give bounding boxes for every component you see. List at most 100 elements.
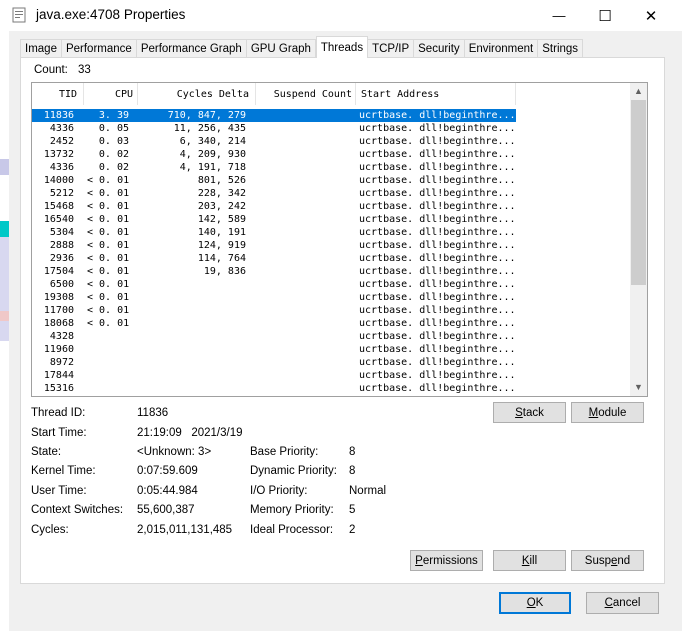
kernel-time-label: Kernel Time:	[31, 465, 96, 477]
tab-performance-graph[interactable]: Performance Graph	[136, 39, 247, 58]
thread-cpu-cell: 3. 39	[98, 110, 129, 121]
thread-start-address-cell: ucrtbase. dll!beginthre...	[359, 227, 516, 238]
background-strip-mark	[0, 321, 9, 341]
thread-row[interactable]: 11700 < 0. 01 ucrtbase. dll!beginthre...	[32, 304, 628, 317]
thread-cycles-cell: 19, 836	[203, 266, 246, 277]
thread-row[interactable]: 19308 < 0. 01 ucrtbase. dll!beginthre...	[32, 291, 628, 304]
thread-start-address-cell: ucrtbase. dll!beginthre...	[359, 344, 516, 355]
thread-cycles-cell: 6, 340, 214	[179, 136, 246, 147]
thread-cycles-cell: 710, 847, 279	[167, 110, 246, 121]
thread-tid-cell: 8972	[49, 357, 74, 368]
thread-row[interactable]: 18068 < 0. 01 ucrtbase. dll!beginthre...	[32, 317, 628, 330]
thread-cpu-cell: 0. 02	[98, 149, 129, 160]
thread-cpu-cell: < 0. 01	[87, 214, 130, 225]
column-header-suspend-count[interactable]: Suspend Count	[256, 83, 356, 105]
thread-row[interactable]: 4336 0. 05 11, 256, 435 ucrtbase. dll!begin…	[32, 122, 628, 135]
tab-threads[interactable]: Threads	[315, 36, 369, 58]
user-time-label: User Time:	[31, 485, 87, 497]
thread-row[interactable]: 5304 < 0. 01 140, 191 ucrtbase. dll!beginth…	[32, 226, 628, 239]
tab-environment[interactable]: Environment	[464, 39, 539, 58]
tab-gpu-graph[interactable]: GPU Graph	[246, 39, 316, 58]
ideal-processor-value: 2	[349, 524, 356, 536]
thread-row[interactable]: 4336 0. 02 4, 191, 718 ucrtbase. dll!begint…	[32, 161, 628, 174]
tab-bar: Image Performance Performance Graph GPU …	[20, 36, 584, 58]
thread-row[interactable]: 6500 < 0. 01 ucrtbase. dll!beginthre...	[32, 278, 628, 291]
module-button[interactable]: Module	[571, 402, 644, 423]
thread-start-address-cell: ucrtbase. dll!beginthre...	[359, 110, 516, 121]
maximize-button[interactable]: ☐	[582, 0, 628, 31]
thread-row[interactable]: 14000 < 0. 01 801, 526 ucrtbase. dll!begint…	[32, 174, 628, 187]
thread-row[interactable]: 2452 0. 03 6, 340, 214 ucrtbase. dll!begint…	[32, 135, 628, 148]
minimize-button[interactable]: —	[536, 0, 582, 31]
tab-image[interactable]: Image	[20, 39, 62, 58]
background-strip-mark	[0, 159, 9, 175]
stack-button[interactable]: Stack	[493, 402, 566, 423]
close-icon: ✕	[644, 7, 658, 25]
column-header-cycles-delta[interactable]: Cycles Delta	[138, 83, 256, 105]
thread-row[interactable]: 15316 ucrtbase. dll!beginthre...	[32, 382, 628, 395]
thread-cycles-cell: 4, 191, 718	[179, 162, 246, 173]
thread-cycles-cell: 124, 919	[197, 240, 246, 251]
start-time-label: Start Time:	[31, 427, 87, 439]
thread-row[interactable]: 13732 0. 02 4, 209, 930 ucrtbase. dll!begin…	[32, 148, 628, 161]
thread-row[interactable]: 2888 < 0. 01 124, 919 ucrtbase. dll!beginth…	[32, 239, 628, 252]
thread-tid-cell: 4336	[49, 123, 74, 134]
io-priority-label: I/O Priority:	[250, 485, 308, 497]
thread-row[interactable]: 5212 < 0. 01 228, 342 ucrtbase. dll!beginth…	[32, 187, 628, 200]
thread-id-value: 11836	[137, 407, 169, 419]
maximize-icon: ☐	[598, 7, 612, 25]
thread-tid-cell: 17504	[43, 266, 74, 277]
thread-cpu-cell: 0. 03	[98, 136, 129, 147]
ok-button[interactable]: OK	[499, 592, 571, 614]
tab-tcp-ip[interactable]: TCP/IP	[368, 39, 415, 58]
tab-strings[interactable]: Strings	[538, 39, 584, 58]
scroll-thumb[interactable]	[631, 100, 646, 285]
background-window-edge	[0, 31, 9, 631]
thread-cycles-cell: 203, 242	[197, 201, 246, 212]
column-header-start-address[interactable]: Start Address	[356, 83, 516, 105]
thread-cpu-cell: < 0. 01	[87, 240, 130, 251]
thread-row[interactable]: 15468 < 0. 01 203, 242 ucrtbase. dll!begint…	[32, 200, 628, 213]
thread-row[interactable]: 4328 ucrtbase. dll!beginthre...	[32, 330, 628, 343]
thread-cycles-cell: 11, 256, 435	[173, 123, 246, 134]
thread-row[interactable]: 17844 ucrtbase. dll!beginthre...	[32, 369, 628, 382]
thread-tid-cell: 18068	[43, 318, 74, 329]
thread-list[interactable]: TID CPU ﹀ Cycles Delta Suspend Count Sta…	[31, 82, 648, 397]
state-label: State:	[31, 446, 62, 458]
thread-row[interactable]: 11960 ucrtbase. dll!beginthre...	[32, 343, 628, 356]
thread-tid-cell: 11836	[43, 110, 74, 121]
tab-security[interactable]: Security	[414, 39, 465, 58]
thread-tid-cell: 6500	[49, 279, 74, 290]
thread-cpu-cell: < 0. 01	[87, 175, 130, 186]
scroll-up-icon[interactable]: ▲	[630, 83, 647, 100]
thread-row[interactable]: 16540 < 0. 01 142, 589 ucrtbase. dll!begint…	[32, 213, 628, 226]
memory-priority-label: Memory Priority:	[250, 504, 334, 516]
suspend-button[interactable]: Susp e nd	[571, 550, 644, 571]
thread-tid-cell: 11960	[43, 344, 74, 355]
kill-button[interactable]: Kill	[493, 550, 566, 571]
thread-tid-cell: 2452	[49, 136, 74, 147]
thread-tid-cell: 15316	[43, 383, 74, 394]
vertical-scrollbar[interactable]: ▲ ▼	[630, 83, 647, 396]
thread-cpu-cell: < 0. 01	[87, 227, 130, 238]
thread-tid-cell: 15468	[43, 201, 74, 212]
thread-cycles-cell: 140, 191	[197, 227, 246, 238]
thread-row[interactable]: 17504 < 0. 01 19, 836 ucrtbase. dll!beginth…	[32, 265, 628, 278]
thread-cpu-cell: < 0. 01	[87, 318, 130, 329]
scroll-down-icon[interactable]: ▼	[630, 379, 647, 396]
thread-cpu-cell: 0. 02	[98, 162, 129, 173]
column-header-tid[interactable]: TID	[32, 83, 84, 105]
thread-start-address-cell: ucrtbase. dll!beginthre...	[359, 318, 516, 329]
user-time-value: 0:05:44.984	[137, 485, 198, 497]
permissions-button[interactable]: Permissions	[410, 550, 483, 571]
thread-cpu-cell: < 0. 01	[87, 279, 130, 290]
thread-row[interactable]: 8972 ucrtbase. dll!beginthre...	[32, 356, 628, 369]
tab-performance[interactable]: Performance	[61, 39, 137, 58]
thread-cycles-cell: 4, 209, 930	[179, 149, 246, 160]
thread-cycles-cell: 801, 526	[197, 175, 246, 186]
cancel-button[interactable]: Cancel	[586, 592, 659, 614]
close-button[interactable]: ✕	[628, 0, 674, 31]
thread-row[interactable]: 11836 3. 39 710, 847, 279 ucrtbase. dll!beg…	[32, 109, 628, 122]
thread-cpu-cell: < 0. 01	[87, 188, 130, 199]
thread-row[interactable]: 2936 < 0. 01 114, 764 ucrtbase. dll!beginth…	[32, 252, 628, 265]
